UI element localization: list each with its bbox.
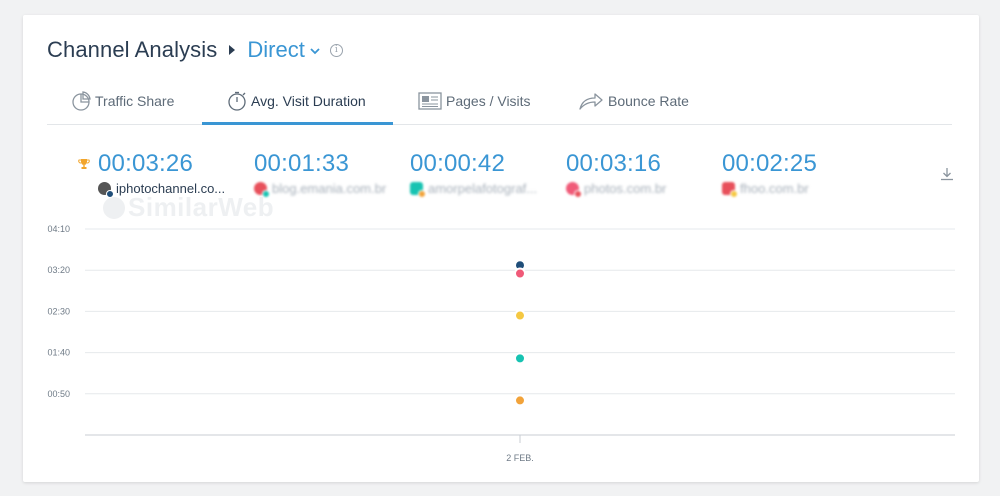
- metric-site: fhoo.com.br: [722, 180, 817, 198]
- download-icon[interactable]: [939, 166, 955, 182]
- y-tick-label: 00:50: [47, 389, 70, 399]
- channel-dropdown[interactable]: Direct: [247, 37, 320, 63]
- metric-value: 00:01:33: [254, 150, 350, 177]
- tab-label: Avg. Visit Duration: [251, 93, 366, 109]
- site-name: blog.emania.com.br: [272, 180, 387, 196]
- y-tick-label: 03:20: [47, 265, 70, 275]
- trophy-icon: [78, 159, 90, 169]
- tab-bounce-rate[interactable]: Bounce Rate: [578, 77, 689, 125]
- y-tick-label: 01:40: [47, 348, 70, 358]
- tab-label: Pages / Visits: [446, 93, 531, 109]
- bounce-arrow-icon: [579, 93, 603, 110]
- channel-label: Direct: [247, 37, 305, 62]
- y-tick-label: 02:30: [47, 306, 70, 316]
- metric-item[interactable]: 00:02:25 fhoo.com.br: [722, 150, 818, 198]
- metric-tabs: Traffic Share Avg. Visit Duration Pages …: [47, 77, 952, 125]
- metric-item[interactable]: 00:03:16 photos.com.br: [566, 150, 667, 198]
- active-tab-indicator: [202, 122, 393, 125]
- metric-item[interactable]: 00:03:26 iphotochannel.co...: [78, 150, 225, 198]
- site-favicon-icon: [410, 181, 426, 198]
- tab-pages-visits[interactable]: Pages / Visits: [418, 77, 531, 125]
- data-point[interactable]: [514, 394, 526, 407]
- metric-site: photos.com.br: [566, 180, 667, 198]
- tab-label: Bounce Rate: [608, 93, 689, 109]
- info-icon[interactable]: i: [329, 43, 343, 57]
- stopwatch-icon: [228, 91, 246, 111]
- data-point[interactable]: [514, 267, 526, 280]
- metric-value: 00:03:26: [98, 150, 194, 177]
- site-favicon-icon: [722, 181, 738, 198]
- tab-traffic-share[interactable]: Traffic Share: [71, 77, 174, 125]
- pie-chart-icon: [72, 91, 91, 111]
- header: Channel Analysis Direct i: [47, 35, 343, 65]
- data-point[interactable]: [514, 352, 526, 365]
- breadcrumb-arrow-icon: [229, 45, 236, 55]
- metric-site: amorpelafotograf...: [410, 180, 538, 198]
- metric-value: 00:03:16: [566, 150, 662, 177]
- metric-value: 00:00:42: [410, 150, 506, 177]
- x-tick-label: 2 FEB.: [506, 453, 534, 463]
- page-title: Channel Analysis: [47, 37, 218, 62]
- data-point[interactable]: [514, 309, 526, 322]
- tab-avg-visit-duration[interactable]: Avg. Visit Duration: [227, 77, 366, 125]
- site-name: photos.com.br: [584, 180, 667, 196]
- pages-icon: [418, 92, 442, 110]
- channel-analysis-card: Channel Analysis Direct i Traffic Share …: [23, 15, 979, 482]
- site-name: fhoo.com.br: [740, 180, 809, 196]
- metric-item[interactable]: 00:00:42 amorpelafotograf...: [410, 150, 538, 198]
- duration-chart: 00:50 01:40 02:30 03:20 04:10 2 FEB.: [47, 224, 955, 463]
- metric-item[interactable]: 00:01:33 blog.emania.com.br: [254, 150, 387, 198]
- metric-value: 00:02:25: [722, 150, 818, 177]
- chevron-down-icon: [310, 47, 320, 54]
- tab-label: Traffic Share: [95, 93, 175, 109]
- y-tick-label: 04:10: [47, 224, 70, 234]
- site-favicon-icon: [566, 181, 582, 198]
- site-name: amorpelafotograf...: [428, 180, 538, 196]
